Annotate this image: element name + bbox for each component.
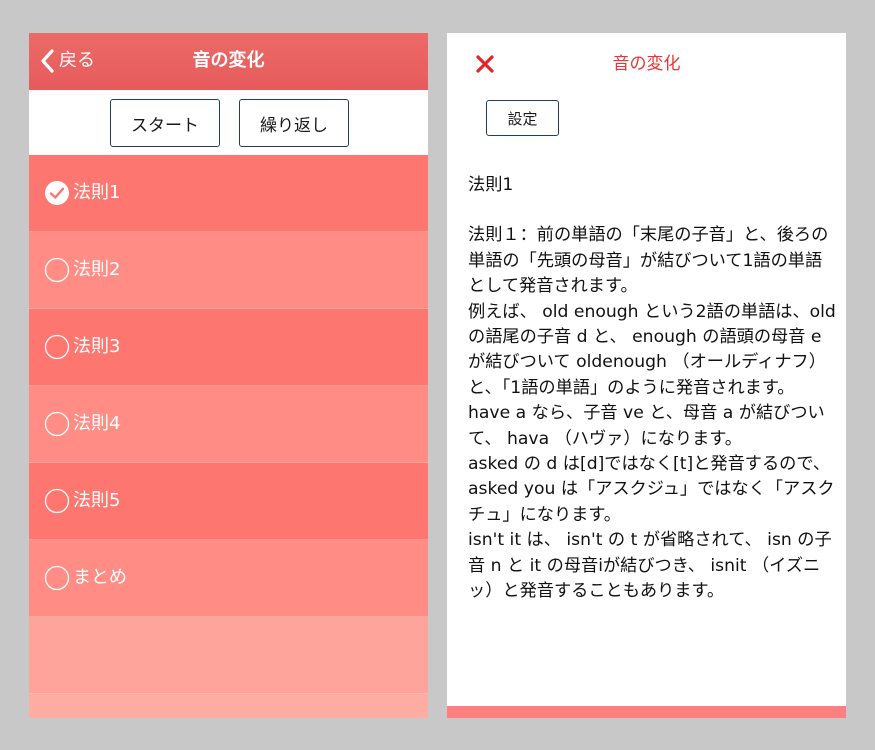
empty-circle-icon <box>44 257 70 283</box>
check-circle-icon <box>45 181 69 205</box>
empty-circle-icon <box>44 565 70 591</box>
rule-detail-screen: 音の変化 設定 法則1 法則１：前の単語の「末尾の子音」と、後ろの単語の「先頭の… <box>447 33 846 718</box>
empty-circle-icon <box>44 411 70 437</box>
toolbar: スタート 繰り返し <box>29 90 428 155</box>
list-item-label: 法則2 <box>73 259 121 280</box>
navigation-bar: 戻る 音の変化 <box>29 33 428 90</box>
rule-explanation: 法則１：前の単語の「末尾の子音」と、後ろの単語の「先頭の母音」が結びついて1語の… <box>468 225 836 602</box>
rule-heading: 法則1 <box>468 175 514 195</box>
list-item-rule-3[interactable]: 法則3 <box>29 309 428 386</box>
list-item-rule-4[interactable]: 法則4 <box>29 386 428 463</box>
list-item-label: 法則1 <box>73 182 121 203</box>
rule-description: 法則1 法則１：前の単語の「末尾の子音」と、後ろの単語の「先頭の母音」が結びつい… <box>468 173 838 605</box>
list-item-label: まとめ <box>73 567 127 588</box>
list-item-rule-1[interactable]: 法則1 <box>29 155 428 232</box>
list-item-rule-5[interactable]: 法則5 <box>29 463 428 540</box>
list-item-label: 法則5 <box>73 490 121 511</box>
repeat-button[interactable]: 繰り返し <box>239 99 349 147</box>
list-item-label: 法則4 <box>73 413 121 434</box>
list-item-rule-2[interactable]: 法則2 <box>29 232 428 309</box>
empty-circle-icon <box>44 488 70 514</box>
rule-list-screen: 戻る 音の変化 スタート 繰り返し 法則1 法則2 法則3 法則4 法則5 まと… <box>29 33 428 718</box>
detail-title: 音の変化 <box>612 54 681 74</box>
rule-list: 法則1 法則2 法則3 法則4 法則5 まとめ <box>29 155 428 718</box>
empty-row <box>29 617 428 694</box>
footer-bar <box>447 706 846 718</box>
list-item-label: 法則3 <box>73 336 121 357</box>
list-item-summary[interactable]: まとめ <box>29 540 428 617</box>
page-title: 音の変化 <box>192 50 265 71</box>
empty-circle-icon <box>44 334 70 360</box>
empty-row <box>29 694 428 718</box>
settings-button[interactable]: 設定 <box>486 100 559 136</box>
start-button[interactable]: スタート <box>110 99 220 147</box>
